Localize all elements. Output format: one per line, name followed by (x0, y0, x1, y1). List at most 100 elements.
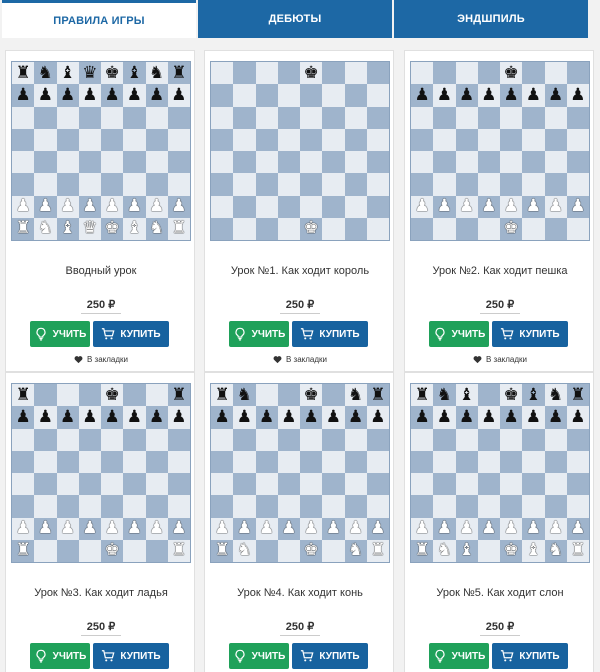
lesson-card[interactable]: ♚ ♚ Урок №1. Как ходит король 250 ₽ УЧИТЬ КУП… (204, 50, 394, 372)
white-piece-icon: ♟ (548, 518, 564, 539)
tab-1[interactable]: Дебюты (198, 0, 392, 38)
learn-label: УЧИТЬ (251, 328, 286, 340)
learn-button[interactable]: УЧИТЬ (30, 321, 90, 347)
learn-button[interactable]: УЧИТЬ (229, 643, 289, 669)
lesson-title[interactable]: Вводный урок (6, 265, 196, 277)
lesson-actions: УЧИТЬ КУПИТЬ (229, 321, 368, 347)
chess-board-preview: ♜ ♞ ♚ ♞ ♜ ♟ ♟ ♟ ♟ ♟ ♟ ♟ ♟ ♟ ♟ ♟ ♟ ♟ ♟ ♟ ♟ ♜ ♞ ♚ ♞ ♜ (210, 383, 390, 563)
board-square: ♞ (34, 62, 57, 85)
board-square (101, 106, 124, 129)
board-square (255, 106, 278, 129)
board-square: ♟ (211, 517, 234, 540)
bookmark-link[interactable]: В закладки (205, 355, 395, 364)
white-piece-icon: ♟ (370, 518, 386, 539)
learn-label: УЧИТЬ (451, 328, 486, 340)
board-square: ♟ (522, 406, 545, 429)
board-square (522, 128, 545, 151)
learn-button[interactable]: УЧИТЬ (30, 643, 90, 669)
lesson-title[interactable]: Урок №1. Как ходит король (205, 265, 395, 277)
board-square (322, 450, 345, 473)
board-square: ♟ (566, 406, 589, 429)
heart-icon (74, 356, 83, 364)
lesson-card[interactable]: ♜ ♞ ♚ ♞ ♜ ♟ ♟ ♟ ♟ ♟ ♟ ♟ ♟ ♟ ♟ ♟ ♟ ♟ ♟ ♟ ♟ ♜ ♞ ♚ ♞ ♜ Урок №4. Как х… (204, 372, 394, 672)
board-square (277, 173, 300, 196)
board-square: ♟ (566, 84, 589, 107)
board-square (78, 128, 101, 151)
board-square: ♟ (12, 406, 35, 429)
black-piece-icon: ♟ (281, 406, 297, 427)
board-square: ♞ (233, 384, 256, 407)
learn-button[interactable]: УЧИТЬ (229, 321, 289, 347)
board-square (566, 495, 589, 518)
board-square (123, 128, 146, 151)
buy-button[interactable]: КУПИТЬ (492, 643, 568, 669)
lesson-title[interactable]: Урок №3. Как ходит ладья (6, 587, 196, 599)
board-square (12, 128, 35, 151)
board-square: ♟ (56, 406, 79, 429)
board-square (12, 173, 35, 196)
chess-board-preview: ♜ ♞ ♝ ♛ ♚ ♝ ♞ ♜ ♟ ♟ ♟ ♟ ♟ ♟ ♟ ♟ ♟ ♟ ♟ ♟ ♟ ♟ ♟ ♟ ♜ ♞ ♝ ♛ ♚ ♝ ♞ ♜ (11, 61, 191, 241)
lesson-title[interactable]: Урок №4. Как ходит конь (205, 587, 395, 599)
buy-button[interactable]: КУПИТЬ (492, 321, 568, 347)
board-square (211, 62, 234, 85)
lesson-card[interactable]: ♜ ♚ ♜ ♟ ♟ ♟ ♟ ♟ ♟ ♟ ♟ ♟ ♟ ♟ ♟ ♟ ♟ ♟ ♟ ♜ ♚ ♜ Урок №3. Как ходит… (5, 372, 195, 672)
white-piece-icon: ♟ (570, 518, 586, 539)
white-piece-icon: ♚ (503, 218, 519, 239)
board-square (78, 106, 101, 129)
white-piece-icon: ♟ (570, 196, 586, 217)
board-square (145, 128, 168, 151)
heart-icon (273, 356, 282, 364)
board-square: ♚ (300, 539, 323, 562)
black-piece-icon: ♜ (570, 384, 586, 405)
board-square (522, 450, 545, 473)
board-square (500, 473, 523, 496)
board-square: ♟ (123, 84, 146, 107)
lesson-title[interactable]: Урок №5. Как ходит слон (405, 587, 595, 599)
tab-2[interactable]: Эндшпиль (394, 0, 588, 38)
buy-button[interactable]: КУПИТЬ (93, 643, 169, 669)
board-square (566, 173, 589, 196)
lesson-title[interactable]: Урок №2. Как ходит пешка (405, 265, 595, 277)
black-piece-icon: ♟ (171, 84, 187, 105)
learn-button[interactable]: УЧИТЬ (429, 643, 489, 669)
board-square (277, 384, 300, 407)
lesson-card[interactable]: ♜ ♞ ♝ ♚ ♝ ♞ ♜ ♟ ♟ ♟ ♟ ♟ ♟ ♟ ♟ ♟ ♟ ♟ ♟ ♟ ♟ ♟ ♟ ♜ ♞ ♝ ♚ ♝ ♞ ♜ Урок №5. К… (404, 372, 594, 672)
white-piece-icon: ♟ (459, 196, 475, 217)
board-square (277, 217, 300, 240)
board-square (167, 173, 190, 196)
bookmark-label: В закладки (485, 355, 528, 364)
board-square (145, 151, 168, 174)
white-piece-icon: ♟ (37, 196, 53, 217)
board-square (366, 450, 389, 473)
board-square: ♟ (101, 517, 124, 540)
board-square (277, 128, 300, 151)
lesson-card[interactable]: ♜ ♞ ♝ ♛ ♚ ♝ ♞ ♜ ♟ ♟ ♟ ♟ ♟ ♟ ♟ ♟ ♟ ♟ ♟ ♟ ♟ ♟ ♟ ♟ ♜ ♞ ♝ ♛ ♚ ♝ ♞ ♜ Вводный … (5, 50, 195, 372)
bookmark-link[interactable]: В закладки (6, 355, 196, 364)
buy-button[interactable]: КУПИТЬ (93, 321, 169, 347)
lesson-price: 250 ₽ (86, 621, 116, 633)
buy-button[interactable]: КУПИТЬ (292, 643, 368, 669)
learn-button[interactable]: УЧИТЬ (429, 321, 489, 347)
white-piece-icon: ♚ (104, 540, 120, 561)
learn-label: УЧИТЬ (52, 650, 87, 662)
board-square (233, 151, 256, 174)
black-piece-icon: ♟ (214, 406, 230, 427)
buy-button[interactable]: КУПИТЬ (292, 321, 368, 347)
board-square (277, 495, 300, 518)
board-square (78, 473, 101, 496)
cart-icon (102, 328, 115, 340)
white-piece-icon: ♟ (525, 518, 541, 539)
lesson-card[interactable]: ♚ ♟ ♟ ♟ ♟ ♟ ♟ ♟ ♟ ♟ ♟ ♟ ♟ ♟ ♟ ♟ ♟ ♚ Урок №2. Как ходит пеш… (404, 50, 594, 372)
board-square (255, 495, 278, 518)
board-square: ♝ (56, 217, 79, 240)
board-square (522, 473, 545, 496)
black-piece-icon: ♟ (149, 406, 165, 427)
board-square: ♞ (34, 217, 57, 240)
board-square: ♟ (411, 517, 434, 540)
bookmark-link[interactable]: В закладки (405, 355, 595, 364)
board-square (344, 62, 367, 85)
white-piece-icon: ♟ (15, 196, 31, 217)
tab-0[interactable]: Правила игры (2, 0, 196, 38)
board-square (277, 539, 300, 562)
board-square (433, 428, 456, 451)
